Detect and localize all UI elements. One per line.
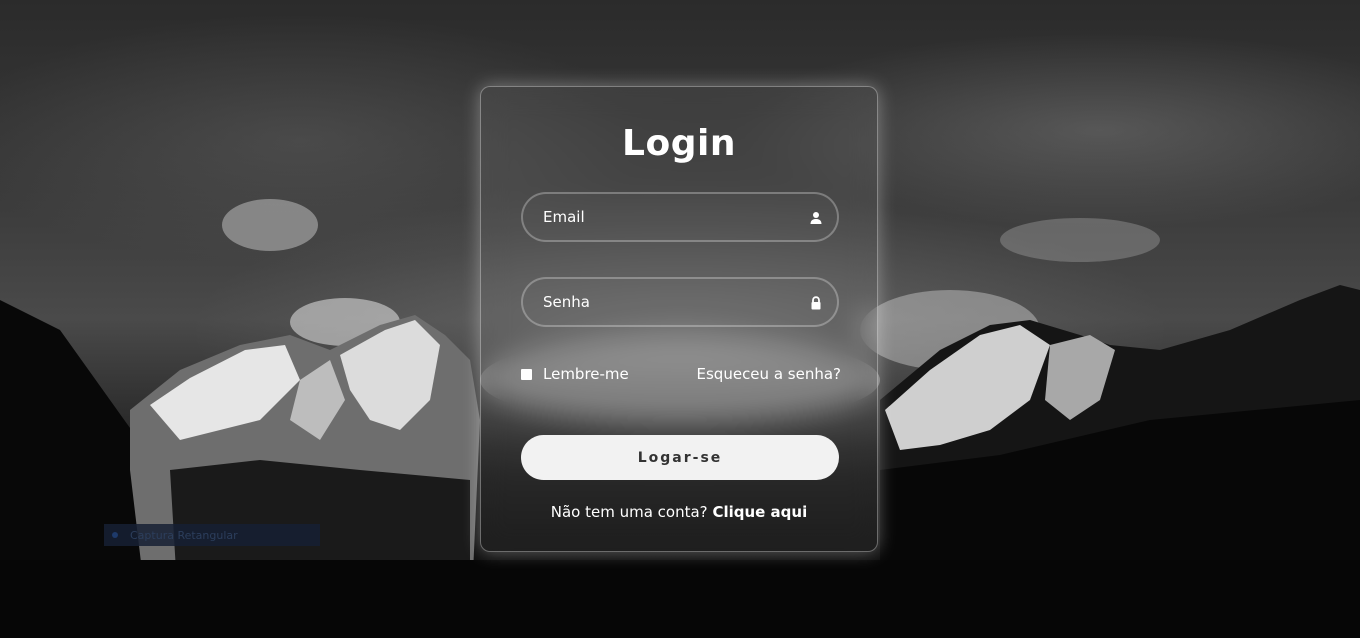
login-card: Login Lembre-me Esqueceu a senha? Logar-…: [480, 86, 878, 552]
register-prompt-text: Não tem uma conta?: [550, 503, 708, 521]
capture-dot-icon: [112, 532, 118, 538]
password-field: [521, 277, 839, 327]
remember-me-checkbox[interactable]: Lembre-me: [521, 365, 629, 383]
login-title: Login: [622, 123, 736, 164]
register-prompt: Não tem uma conta? Clique aqui: [481, 503, 877, 521]
password-input[interactable]: [523, 279, 837, 325]
capture-label: Captura Retangular: [130, 528, 238, 542]
email-field: [521, 192, 839, 242]
checkbox-box[interactable]: [521, 368, 532, 380]
register-link[interactable]: Clique aqui: [712, 503, 807, 521]
remember-me-label: Lembre-me: [543, 365, 629, 383]
forgot-password-link[interactable]: Esqueceu a senha?: [697, 365, 841, 383]
login-button[interactable]: Logar-se: [521, 435, 839, 480]
user-icon: [809, 210, 823, 224]
email-input[interactable]: [523, 194, 837, 240]
capture-overlay: Captura Retangular: [104, 524, 320, 546]
lock-icon: [809, 295, 823, 310]
remember-row: Lembre-me Esqueceu a senha?: [521, 363, 841, 385]
